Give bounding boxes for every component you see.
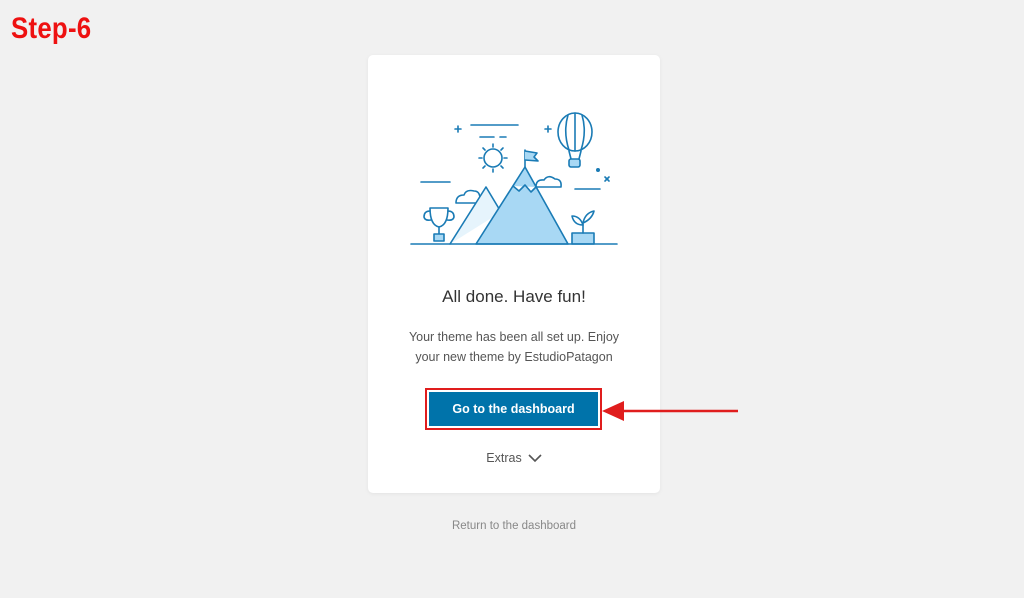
mountain-illustration bbox=[410, 112, 618, 245]
return-to-dashboard-link[interactable]: Return to the dashboard bbox=[0, 520, 1024, 532]
highlight-box: Go to the dashboard bbox=[425, 388, 602, 430]
completion-description: Your theme has been all set up. Enjoy yo… bbox=[408, 330, 620, 364]
extras-label: Extras bbox=[486, 451, 522, 465]
extras-toggle[interactable]: Extras bbox=[368, 451, 660, 465]
step-label: Step-6 bbox=[11, 12, 92, 45]
pointer-arrow-icon bbox=[602, 401, 738, 421]
go-to-dashboard-button[interactable]: Go to the dashboard bbox=[429, 392, 598, 426]
setup-complete-card: All done. Have fun! Your theme has been … bbox=[368, 55, 660, 493]
chevron-down-icon bbox=[528, 453, 542, 462]
completion-title: All done. Have fun! bbox=[442, 287, 586, 306]
